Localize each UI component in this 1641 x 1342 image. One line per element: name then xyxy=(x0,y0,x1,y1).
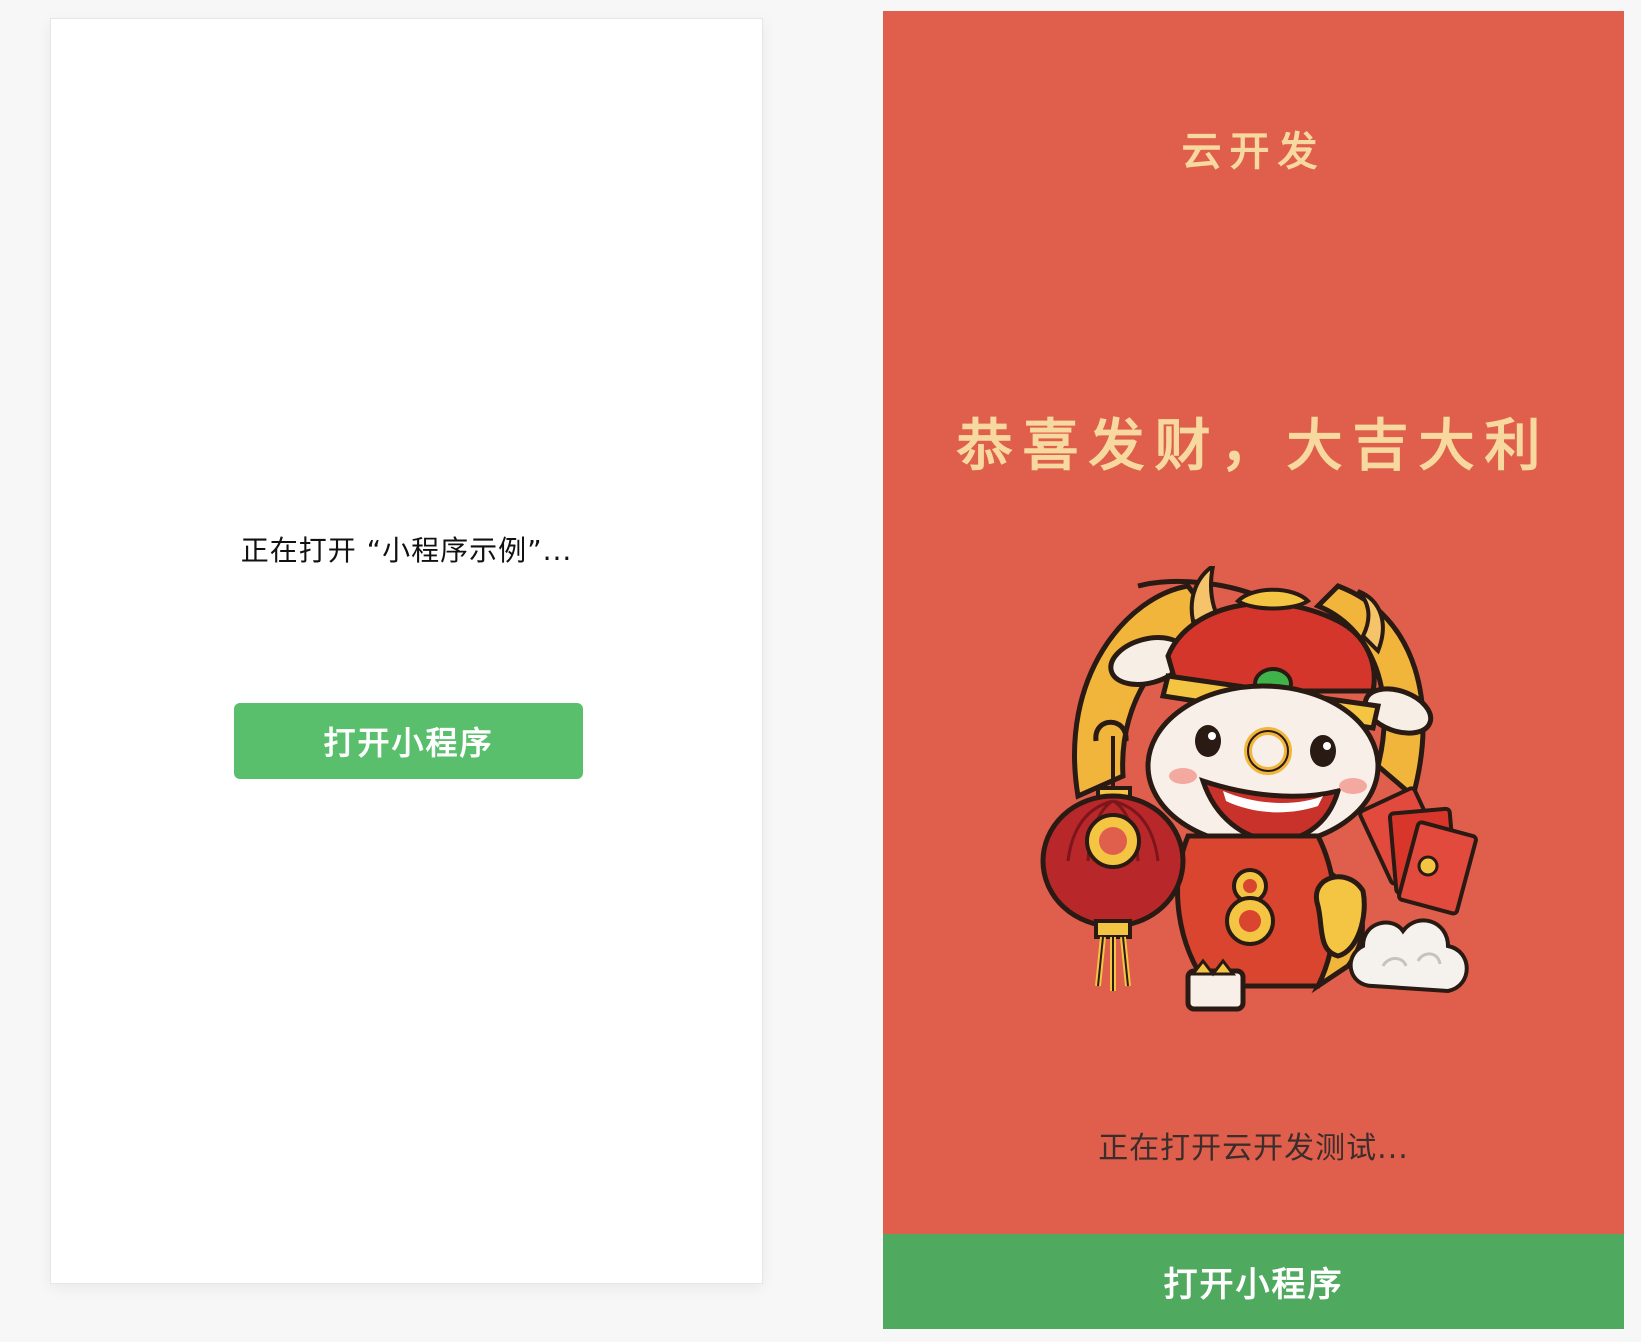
opening-status-text: 正在打开 “小程序示例”... xyxy=(240,534,573,567)
left-phone-screen: 正在打开 “小程序示例”... 打开小程序 xyxy=(50,18,763,1284)
cloud-dev-title: 云开发 xyxy=(1181,129,1326,175)
open-mini-program-bottom-button[interactable]: 打开小程序 xyxy=(883,1234,1624,1329)
right-phone-screen: 云开发 恭喜发财，大吉大利 正在打开云开发测试... 打开小程序 xyxy=(883,11,1624,1329)
greeting-text: 恭喜发财，大吉大利 xyxy=(956,414,1551,479)
ox-fortune-mascot-icon xyxy=(1040,566,1478,1012)
opening-cloud-test-text: 正在打开云开发测试... xyxy=(1098,1131,1409,1166)
open-mini-program-button[interactable]: 打开小程序 xyxy=(234,703,583,779)
